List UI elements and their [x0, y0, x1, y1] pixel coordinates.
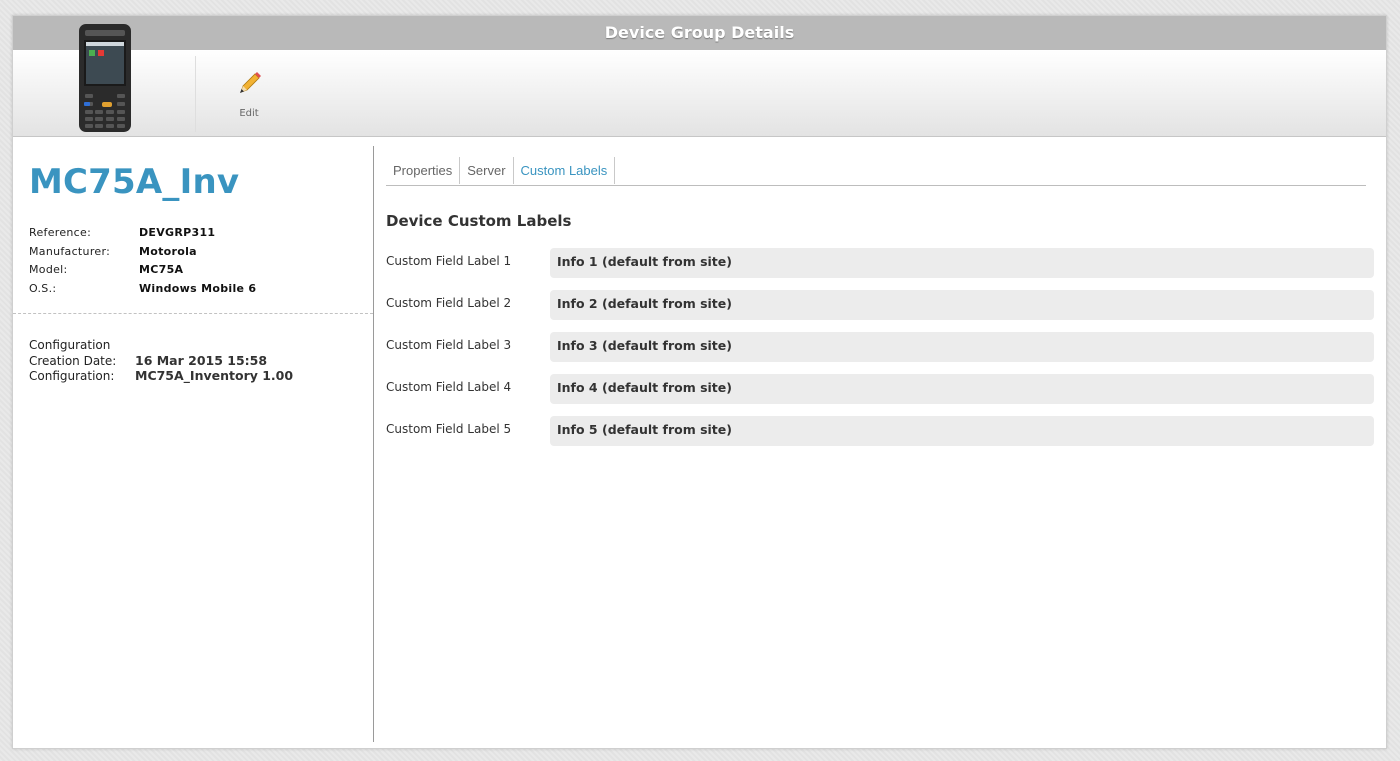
tab-custom-labels[interactable]: Custom Labels — [514, 157, 616, 184]
configuration-value: MC75A_Inventory 1.00 — [135, 368, 294, 383]
creation-date-row: Creation Date: 16 Mar 2015 15:58 — [29, 353, 293, 368]
toolbar: Edit — [13, 24, 1386, 137]
property-row: O.S.: Windows Mobile 6 — [29, 282, 256, 301]
group-name: MC75A_Inv — [29, 162, 240, 202]
edit-button[interactable]: Edit — [225, 70, 273, 122]
creation-date-value: 16 Mar 2015 15:58 — [135, 353, 268, 368]
property-label: Model: — [29, 263, 68, 277]
property-value: Motorola — [139, 244, 197, 258]
property-row: Model: MC75A — [29, 263, 256, 282]
configuration-row: Configuration: MC75A_Inventory 1.00 — [29, 368, 293, 383]
property-label: Reference: — [29, 226, 92, 239]
custom-field-label: Custom Field Label 1 — [386, 254, 512, 268]
group-summary-panel: MC75A_Inv Reference: DEVGRP311 Manufactur… — [13, 146, 374, 742]
custom-field-label: Custom Field Label 5 — [386, 422, 512, 436]
configuration-label: Configuration: — [29, 369, 115, 383]
tab-properties[interactable]: Properties — [386, 157, 461, 184]
configuration-heading: Configuration — [29, 338, 111, 352]
custom-field-row: Custom Field Label 2 Info 2 (default fro… — [386, 290, 1374, 332]
device-group-window: Device Group Details Edit MC75A_Inv Refe… — [12, 15, 1387, 749]
tab-server[interactable]: Server — [460, 157, 514, 184]
details-panel: Properties Server Custom Labels Device C… — [386, 146, 1374, 742]
custom-field-row: Custom Field Label 1 Info 1 (default fro… — [386, 248, 1374, 290]
custom-field-value: Info 4 (default from site) — [550, 374, 1374, 404]
property-row: Manufacturer: Motorola — [29, 245, 256, 264]
custom-field-label: Custom Field Label 2 — [386, 296, 512, 310]
section-title: Device Custom Labels — [386, 212, 572, 230]
property-label: Manufacturer: — [29, 244, 111, 258]
mobile-computer-icon — [79, 24, 131, 132]
custom-field-row: Custom Field Label 4 Info 4 (default fro… — [386, 374, 1374, 416]
property-row: Reference: DEVGRP311 — [29, 226, 256, 245]
property-value: MC75A — [139, 263, 184, 277]
custom-field-value: Info 3 (default from site) — [550, 332, 1374, 362]
section-divider — [13, 313, 373, 314]
window-title: Device Group Details — [13, 16, 1386, 50]
group-properties: Reference: DEVGRP311 Manufacturer: Motorol… — [29, 226, 256, 301]
custom-label-fields: Custom Field Label 1 Info 1 (default fro… — [386, 248, 1374, 458]
custom-field-label: Custom Field Label 3 — [386, 338, 512, 352]
toolbar-divider — [195, 56, 196, 132]
tab-bar: Properties Server Custom Labels — [386, 157, 1366, 186]
creation-date-label: Creation Date: — [29, 354, 117, 368]
custom-field-value: Info 5 (default from site) — [550, 416, 1374, 446]
custom-field-value: Info 1 (default from site) — [550, 248, 1374, 278]
custom-field-row: Custom Field Label 5 Info 5 (default fro… — [386, 416, 1374, 458]
property-value: DEVGRP311 — [139, 226, 216, 239]
property-label: O.S.: — [29, 282, 57, 296]
custom-field-label: Custom Field Label 4 — [386, 380, 512, 394]
configuration-info: Configuration Creation Date: 16 Mar 2015 … — [29, 338, 293, 383]
pencil-icon — [240, 72, 261, 93]
edit-button-label: Edit — [239, 108, 259, 119]
custom-field-value: Info 2 (default from site) — [550, 290, 1374, 320]
custom-field-row: Custom Field Label 3 Info 3 (default fro… — [386, 332, 1374, 374]
property-value: Windows Mobile 6 — [139, 282, 257, 296]
